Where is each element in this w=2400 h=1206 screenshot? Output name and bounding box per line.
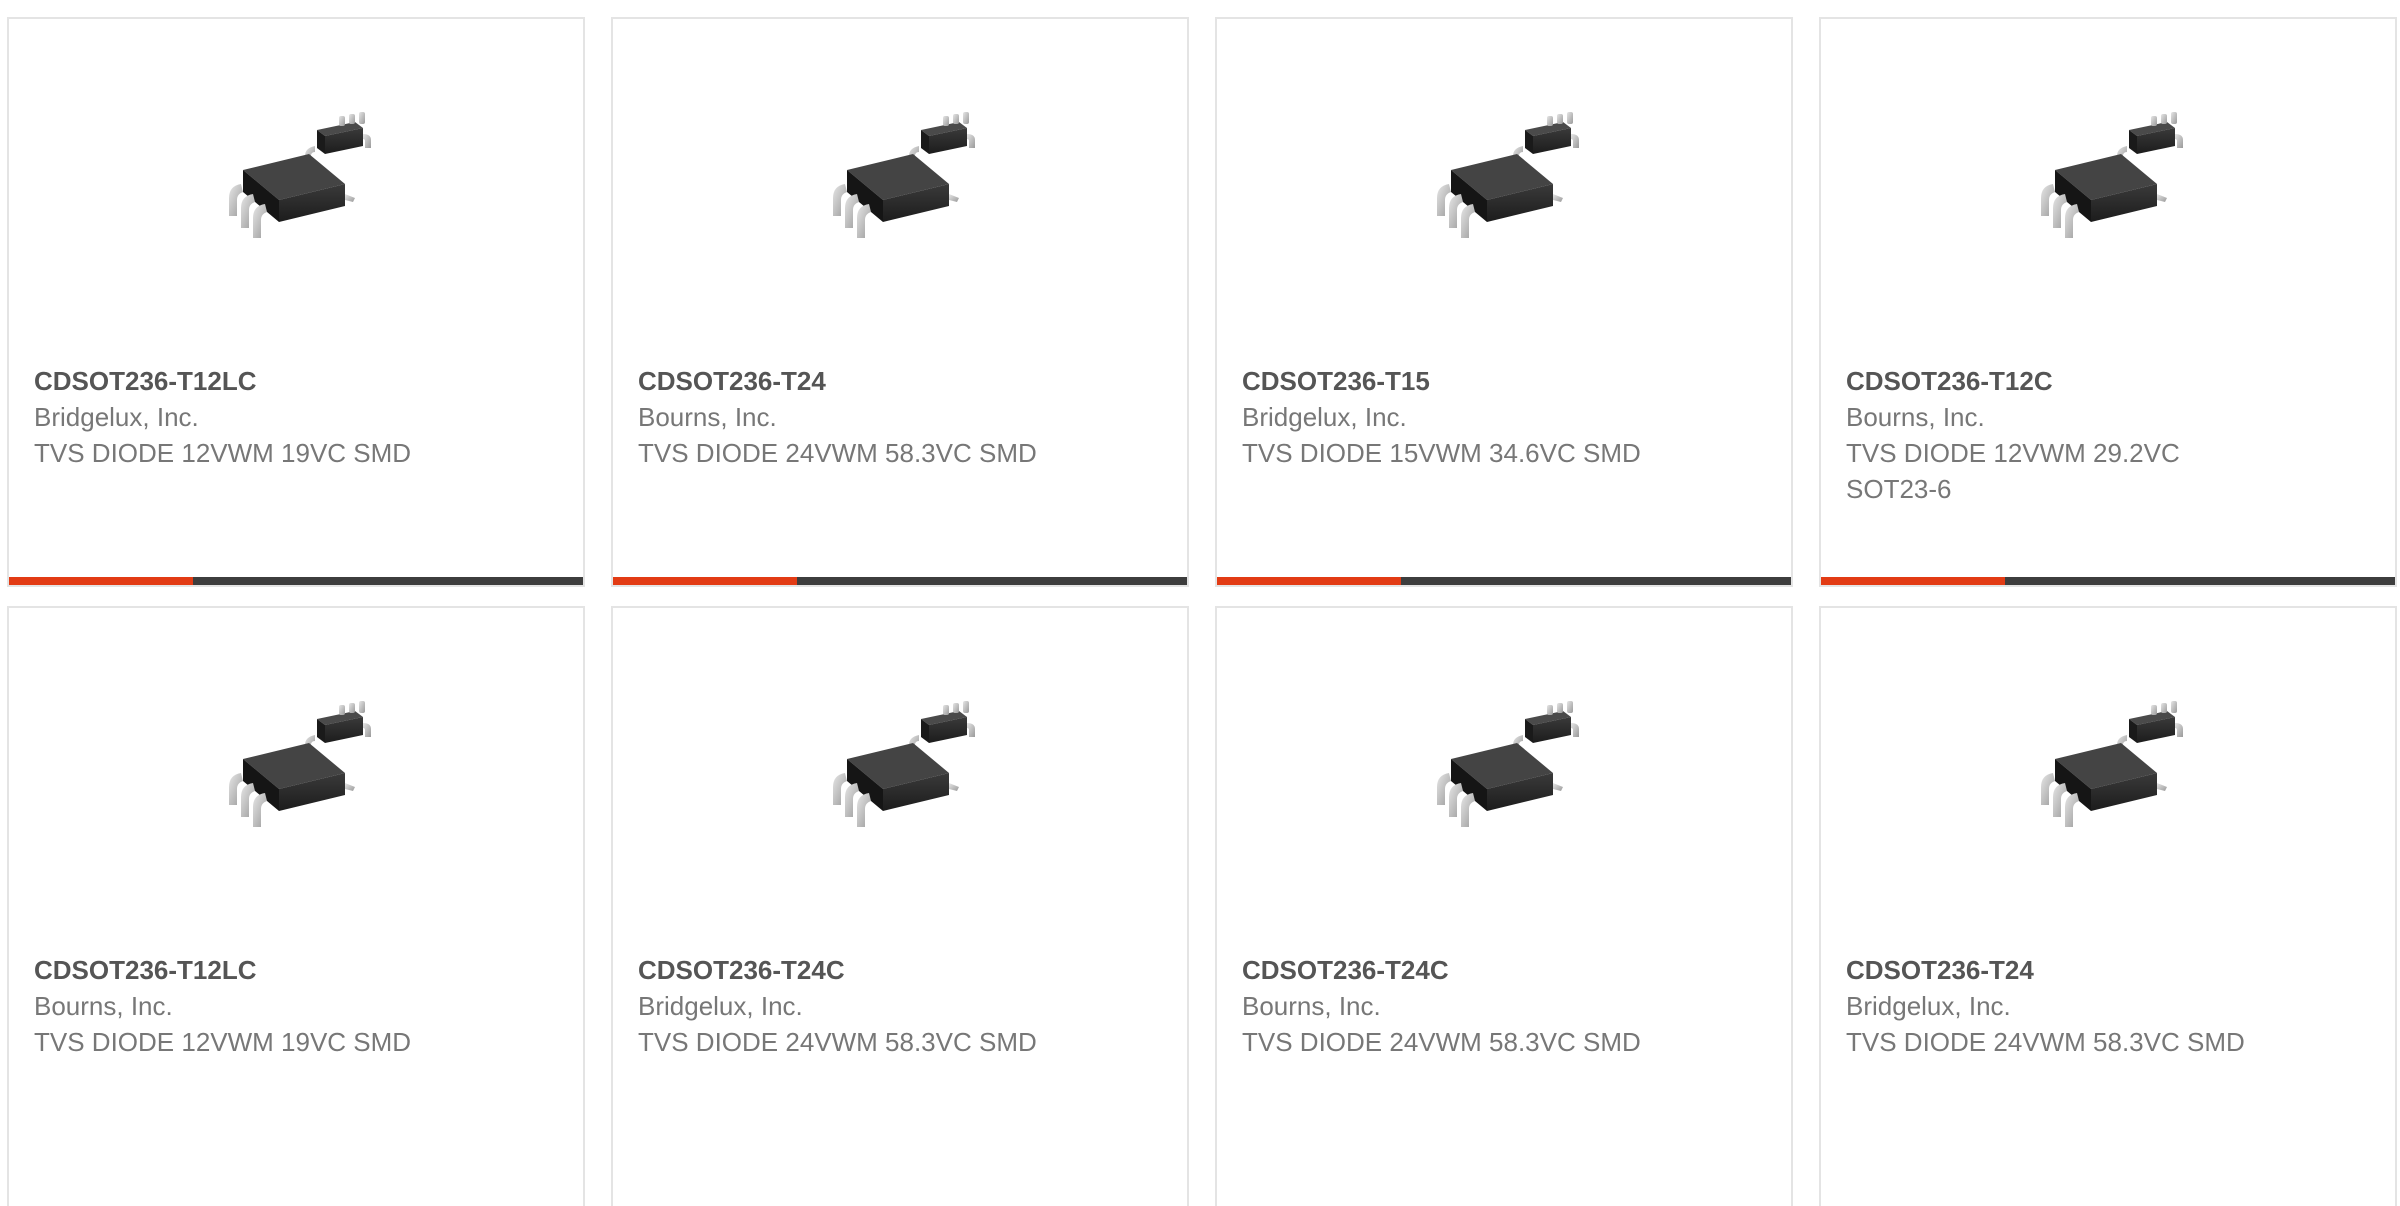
manufacturer-name: Bridgelux, Inc.	[34, 402, 199, 432]
product-card[interactable]: CDSOT236-T12LC Bourns, Inc. TVS DIODE 12…	[7, 606, 585, 1206]
product-card[interactable]: CDSOT236-T12C Bourns, Inc. TVS DIODE 12V…	[1819, 17, 2397, 587]
product-description: TVS DIODE 12VWM 19VC SMD	[34, 438, 412, 468]
product-info: CDSOT236-T24C Bridgelux, Inc. TVS DIODE …	[638, 952, 1038, 1060]
part-number[interactable]: CDSOT236-T24C	[638, 952, 1038, 988]
sot23-chip-image	[1413, 88, 1613, 288]
part-number[interactable]: CDSOT236-T24C	[1242, 952, 1642, 988]
product-card[interactable]: CDSOT236-T12LC Bridgelux, Inc. TVS DIODE…	[7, 17, 585, 587]
product-info: CDSOT236-T12C Bourns, Inc. TVS DIODE 12V…	[1846, 363, 2246, 507]
part-number[interactable]: CDSOT236-T15	[1242, 363, 1642, 399]
product-description: TVS DIODE 15VWM 34.6VC SMD	[1242, 438, 1641, 468]
sot23-chip-image	[205, 677, 405, 877]
manufacturer-name: Bourns, Inc.	[1242, 991, 1381, 1021]
part-number[interactable]: CDSOT236-T12LC	[34, 363, 434, 399]
sot23-chip-image	[1413, 677, 1613, 877]
product-info: CDSOT236-T24 Bourns, Inc. TVS DIODE 24VW…	[638, 363, 1038, 471]
part-number[interactable]: CDSOT236-T12LC	[34, 952, 434, 988]
product-info: CDSOT236-T15 Bridgelux, Inc. TVS DIODE 1…	[1242, 363, 1642, 471]
part-number[interactable]: CDSOT236-T12C	[1846, 363, 2246, 399]
product-description: TVS DIODE 12VWM 29.2VC SOT23-6	[1846, 438, 2180, 504]
sot23-chip-image	[809, 677, 1009, 877]
progress-bar	[1217, 577, 1791, 585]
product-description: TVS DIODE 12VWM 19VC SMD	[34, 1027, 412, 1057]
sot23-chip-image	[205, 88, 405, 288]
progress-fill	[1821, 577, 2005, 585]
manufacturer-name: Bourns, Inc.	[1846, 402, 1985, 432]
manufacturer-name: Bridgelux, Inc.	[1242, 402, 1407, 432]
product-info: CDSOT236-T24C Bourns, Inc. TVS DIODE 24V…	[1242, 952, 1642, 1060]
product-grid: CDSOT236-T12LC Bridgelux, Inc. TVS DIODE…	[0, 0, 2400, 1206]
manufacturer-name: Bourns, Inc.	[638, 402, 777, 432]
manufacturer-name: Bridgelux, Inc.	[1846, 991, 2011, 1021]
progress-fill	[9, 577, 193, 585]
part-number[interactable]: CDSOT236-T24	[1846, 952, 2246, 988]
product-card[interactable]: CDSOT236-T24C Bridgelux, Inc. TVS DIODE …	[611, 606, 1189, 1206]
product-description: TVS DIODE 24VWM 58.3VC SMD	[638, 1027, 1037, 1057]
manufacturer-name: Bridgelux, Inc.	[638, 991, 803, 1021]
progress-fill	[1217, 577, 1401, 585]
progress-bar	[9, 577, 583, 585]
manufacturer-name: Bourns, Inc.	[34, 991, 173, 1021]
sot23-chip-image	[809, 88, 1009, 288]
product-card[interactable]: CDSOT236-T15 Bridgelux, Inc. TVS DIODE 1…	[1215, 17, 1793, 587]
product-info: CDSOT236-T24 Bridgelux, Inc. TVS DIODE 2…	[1846, 952, 2246, 1060]
sot23-chip-image	[2017, 677, 2217, 877]
product-card[interactable]: CDSOT236-T24C Bourns, Inc. TVS DIODE 24V…	[1215, 606, 1793, 1206]
sot23-chip-image	[2017, 88, 2217, 288]
progress-bar	[1821, 577, 2395, 585]
product-description: TVS DIODE 24VWM 58.3VC SMD	[1242, 1027, 1641, 1057]
product-card[interactable]: CDSOT236-T24 Bridgelux, Inc. TVS DIODE 2…	[1819, 606, 2397, 1206]
product-info: CDSOT236-T12LC Bourns, Inc. TVS DIODE 12…	[34, 952, 434, 1060]
product-info: CDSOT236-T12LC Bridgelux, Inc. TVS DIODE…	[34, 363, 434, 471]
product-description: TVS DIODE 24VWM 58.3VC SMD	[638, 438, 1037, 468]
product-description: TVS DIODE 24VWM 58.3VC SMD	[1846, 1027, 2245, 1057]
part-number[interactable]: CDSOT236-T24	[638, 363, 1038, 399]
product-card[interactable]: CDSOT236-T24 Bourns, Inc. TVS DIODE 24VW…	[611, 17, 1189, 587]
progress-fill	[613, 577, 797, 585]
progress-bar	[613, 577, 1187, 585]
